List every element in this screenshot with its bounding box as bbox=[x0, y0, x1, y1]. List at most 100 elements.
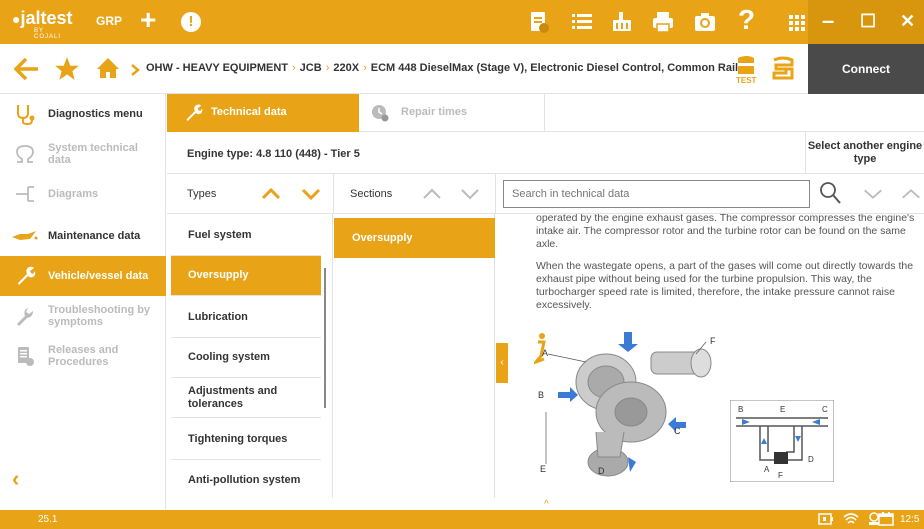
sidebar-item-label: Troubleshooting by symptoms bbox=[48, 304, 151, 328]
tab-label: Technical data bbox=[211, 106, 287, 118]
omega-icon bbox=[16, 145, 34, 163]
list-item-cooling-system[interactable]: Cooling system bbox=[171, 338, 321, 378]
camera-icon[interactable] bbox=[693, 10, 717, 34]
types-scrollbar[interactable] bbox=[324, 268, 326, 408]
svg-text:E: E bbox=[780, 405, 785, 414]
svg-text:A: A bbox=[542, 348, 548, 358]
breadcrumb-item[interactable]: 220X bbox=[333, 62, 359, 74]
test-icon[interactable]: TEST bbox=[734, 54, 760, 86]
scroll-up-icon[interactable]: ^ bbox=[544, 499, 549, 510]
engine-type-value: 4.8 110 (448) - Tier 5 bbox=[256, 148, 360, 160]
battery-icon bbox=[818, 513, 833, 525]
list-item-oversupply[interactable]: Oversupply bbox=[171, 256, 321, 296]
select-another-engine-button[interactable]: Select another engine type bbox=[805, 132, 924, 174]
wifi-icon bbox=[843, 513, 859, 524]
list-item-oversupply-section[interactable]: Oversupply bbox=[334, 218, 495, 258]
tab-bar: Technical data Repair times bbox=[167, 94, 924, 132]
chevron-down-icon[interactable] bbox=[862, 184, 884, 204]
document-icon[interactable] bbox=[527, 10, 551, 34]
list-item-tightening-torques[interactable]: Tightening torques bbox=[171, 420, 321, 460]
repair-clock-icon bbox=[372, 105, 389, 122]
list-item-fuel-system[interactable]: Fuel system bbox=[171, 216, 321, 256]
wrench-icon bbox=[18, 266, 36, 285]
minimize-button[interactable]: – bbox=[822, 8, 834, 34]
calendar-icon bbox=[878, 512, 894, 526]
wastegate-schematic: B E C D AF bbox=[730, 400, 834, 482]
breadcrumb-item[interactable]: ECM 448 DieselMax (Stage V), Electronic … bbox=[371, 62, 738, 74]
alert-icon[interactable]: ! bbox=[181, 12, 201, 32]
sidebar-item-vehicle-vessel-data[interactable]: Vehicle/vessel data bbox=[0, 256, 166, 296]
oil-can-icon bbox=[12, 231, 38, 240]
sidebar-item-label: Diagrams bbox=[48, 188, 99, 200]
technical-content: operated by the engine exhaust gases. Th… bbox=[508, 214, 924, 498]
list-item-adjustments[interactable]: Adjustments and tolerances bbox=[171, 378, 321, 418]
breadcrumb: OHW - HEAVY EQUIPMENT › JCB › 220X › ECM 448 D… bbox=[146, 62, 739, 74]
chevron-down-icon[interactable] bbox=[299, 182, 323, 206]
svg-text:F: F bbox=[710, 336, 716, 346]
chevron-up-icon[interactable] bbox=[900, 184, 922, 204]
svg-text:F: F bbox=[778, 471, 783, 480]
collapse-sidebar-icon[interactable]: ‹ bbox=[12, 466, 19, 492]
chevron-right-icon bbox=[131, 64, 140, 76]
maximize-button[interactable]: ☐ bbox=[860, 11, 876, 32]
sidebar: Diagnostics menu System technical data D… bbox=[0, 94, 166, 510]
sidebar-item-label: System technical data bbox=[48, 142, 138, 166]
help-icon[interactable]: ? bbox=[738, 4, 755, 36]
troubleshoot-icon bbox=[17, 308, 33, 326]
home-icon[interactable] bbox=[96, 56, 120, 80]
breadcrumb-item[interactable]: JCB bbox=[300, 62, 322, 74]
tab-label: Repair times bbox=[401, 106, 468, 118]
sidebar-item-label: Vehicle/vessel data bbox=[48, 270, 149, 282]
sidebar-item-maintenance[interactable]: Maintenance data bbox=[0, 216, 166, 256]
add-icon[interactable]: + bbox=[140, 6, 156, 34]
version-label: 25.1 bbox=[38, 514, 58, 525]
releases-icon bbox=[18, 347, 34, 366]
chevron-down-icon[interactable] bbox=[458, 182, 482, 206]
sidebar-item-releases[interactable]: Releases and Procedures bbox=[0, 336, 166, 376]
engine-type-row: Engine type: 4.8 110 (448) - Tier 5 Sele… bbox=[167, 132, 924, 174]
svg-text:D: D bbox=[598, 466, 605, 476]
jaltest-logo: ●jaltest BY COJALI bbox=[12, 8, 73, 40]
svg-text:B: B bbox=[538, 390, 544, 400]
window-controls: – ☐ ✕ bbox=[808, 0, 924, 44]
connect-button[interactable]: Connect bbox=[808, 44, 924, 94]
search-icon[interactable] bbox=[818, 180, 842, 206]
sections-list: Oversupply bbox=[334, 214, 495, 498]
svg-text:B: B bbox=[738, 405, 743, 414]
list-item-lubrication[interactable]: Lubrication bbox=[171, 298, 321, 338]
top-toolbar: ●jaltest BY COJALI GRP + ! ? – ☐ ✕ bbox=[0, 0, 924, 44]
back-arrow-icon[interactable] bbox=[14, 57, 40, 81]
svg-text:D: D bbox=[808, 455, 814, 464]
list-icon[interactable] bbox=[570, 10, 594, 34]
close-button[interactable]: ✕ bbox=[900, 11, 915, 32]
tab-technical-data[interactable]: Technical data bbox=[167, 94, 359, 132]
sidebar-item-label: Diagnostics menu bbox=[48, 108, 143, 120]
tab-repair-times[interactable]: Repair times bbox=[359, 94, 545, 132]
clean-icon[interactable] bbox=[610, 10, 634, 34]
types-list: Fuel system Oversupply Lubrication Cooli… bbox=[167, 214, 333, 498]
search-input[interactable] bbox=[503, 180, 810, 208]
types-header: Types bbox=[167, 174, 334, 214]
favorite-star-icon[interactable] bbox=[54, 56, 80, 82]
svg-text:TEST: TEST bbox=[736, 76, 757, 85]
sidebar-item-diagrams[interactable]: Diagrams bbox=[0, 174, 166, 214]
svg-text:A: A bbox=[764, 465, 770, 474]
sidebar-item-diagnostics[interactable]: Diagnostics menu bbox=[0, 94, 166, 134]
collapse-panel-handle[interactable]: ‹ bbox=[496, 343, 508, 383]
sidebar-item-system-technical-data[interactable]: System technical data bbox=[0, 134, 166, 174]
list-item-anti-pollution[interactable]: Anti-pollution system bbox=[171, 460, 321, 498]
breadcrumb-item[interactable]: OHW - HEAVY EQUIPMENT bbox=[146, 62, 288, 74]
chevron-up-icon[interactable] bbox=[420, 182, 444, 206]
turbocharger-diagram: A B C D E F bbox=[538, 332, 716, 477]
print-icon[interactable] bbox=[651, 10, 675, 34]
connection-status-icon[interactable] bbox=[770, 54, 796, 84]
sidebar-item-troubleshooting[interactable]: Troubleshooting by symptoms bbox=[0, 296, 166, 336]
sidebar-item-label: Maintenance data bbox=[48, 230, 141, 242]
status-bar: 25.1 12:5 bbox=[0, 510, 924, 529]
svg-text:C: C bbox=[674, 426, 681, 436]
sidebar-item-label: Releases and Procedures bbox=[48, 344, 119, 368]
group-label: GRP bbox=[96, 14, 123, 28]
engine-type-label: Engine type: 4.8 110 (448) - Tier 5 bbox=[187, 148, 360, 160]
svg-text:E: E bbox=[540, 464, 546, 474]
chevron-up-icon[interactable] bbox=[259, 182, 283, 206]
